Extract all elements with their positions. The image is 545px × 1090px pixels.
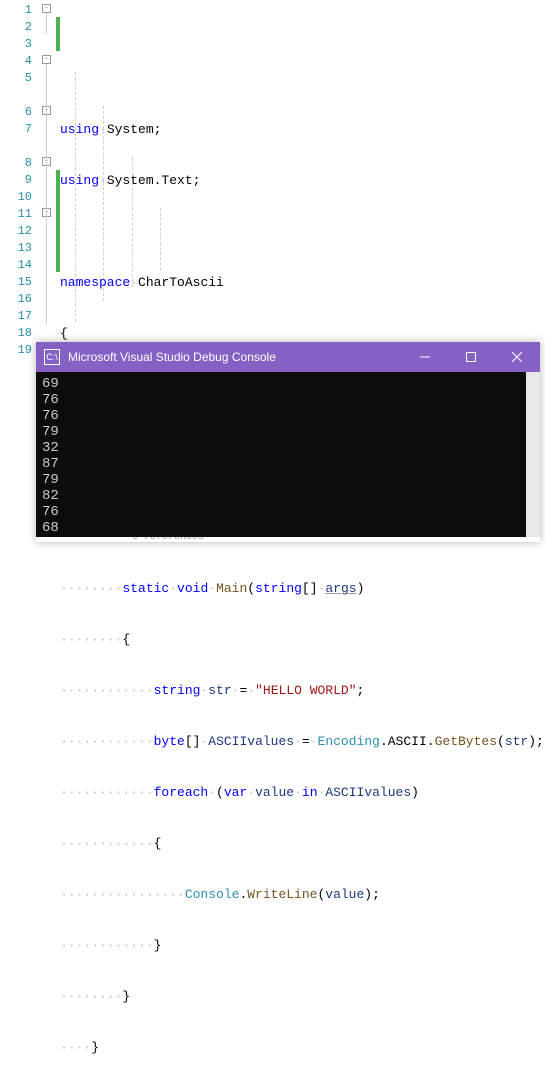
console-line: 76 — [42, 504, 520, 520]
minimize-icon — [420, 352, 430, 362]
console-line: 87 — [42, 456, 520, 472]
fold-toggle[interactable]: - — [42, 55, 51, 64]
code-line — [60, 223, 545, 240]
line-number-gutter: 1 2 3 4 5 6 7 8 9 10 11 12 13 14 15 16 1… — [0, 0, 38, 345]
line-number: 8 — [0, 155, 32, 172]
line-number: 19 — [0, 342, 32, 359]
close-button[interactable] — [494, 342, 540, 372]
console-line: 76 — [42, 408, 520, 424]
console-line: 79 — [42, 472, 520, 488]
code-line: namespace·CharToAscii — [60, 274, 545, 291]
fold-toggle[interactable]: - — [42, 4, 51, 13]
line-number: 5 — [0, 70, 32, 87]
console-icon: C:\ — [44, 349, 60, 365]
code-line: ············} — [60, 937, 545, 954]
line-number — [0, 138, 32, 155]
line-number: 9 — [0, 172, 32, 189]
code-line: ············foreach·(var·value·in·ASCIIv… — [60, 784, 545, 801]
code-line: using·System; — [60, 121, 545, 138]
line-number: 12 — [0, 223, 32, 240]
code-line: { — [60, 325, 545, 342]
console-line: 79 — [42, 424, 520, 440]
line-number: 13 — [0, 240, 32, 257]
line-number: 3 — [0, 36, 32, 53]
line-number: 15 — [0, 274, 32, 291]
line-number: 1 — [0, 2, 32, 19]
line-number: 14 — [0, 257, 32, 274]
code-line: using·System.Text; — [60, 172, 545, 189]
maximize-icon — [466, 352, 476, 362]
minimize-button[interactable] — [402, 342, 448, 372]
code-editor[interactable]: 1 2 3 4 5 6 7 8 9 10 11 12 13 14 15 16 1… — [0, 0, 545, 345]
console-line: 76 — [42, 392, 520, 408]
line-number: 7 — [0, 121, 32, 138]
code-line: ············string·str·=·"HELLO WORLD"; — [60, 682, 545, 699]
fold-margin: - - - - - — [38, 0, 60, 345]
console-title: Microsoft Visual Studio Debug Console — [68, 350, 402, 364]
code-line: ········} — [60, 988, 545, 1005]
console-line: 82 — [42, 488, 520, 504]
line-number: 18 — [0, 325, 32, 342]
line-number: 16 — [0, 291, 32, 308]
code-line: ············{ — [60, 835, 545, 852]
code-line: ········static·void·Main(string[]·args) — [60, 580, 545, 597]
code-area[interactable]: using·System; using·System.Text; namespa… — [60, 0, 545, 345]
console-line: 69 — [42, 376, 520, 392]
line-number: 4 — [0, 53, 32, 70]
line-number: 10 — [0, 189, 32, 206]
console-line: 68 — [42, 520, 520, 536]
close-icon — [512, 352, 522, 362]
debug-console-window: C:\ Microsoft Visual Studio Debug Consol… — [36, 342, 540, 542]
console-line: 32 — [42, 440, 520, 456]
code-line: ········{ — [60, 631, 545, 648]
line-number: 11 — [0, 206, 32, 223]
code-line: ················Console.WriteLine(value)… — [60, 886, 545, 903]
line-number: 2 — [0, 19, 32, 36]
line-number: 6 — [0, 104, 32, 121]
code-line: ····} — [60, 1039, 545, 1056]
console-output[interactable]: 69 76 76 79 32 87 79 82 76 68 — [36, 372, 540, 537]
line-number — [0, 87, 32, 104]
maximize-button[interactable] — [448, 342, 494, 372]
code-line: ············byte[]·ASCIIvalues·=·Encodin… — [60, 733, 545, 750]
console-titlebar[interactable]: C:\ Microsoft Visual Studio Debug Consol… — [36, 342, 540, 372]
line-number: 17 — [0, 308, 32, 325]
